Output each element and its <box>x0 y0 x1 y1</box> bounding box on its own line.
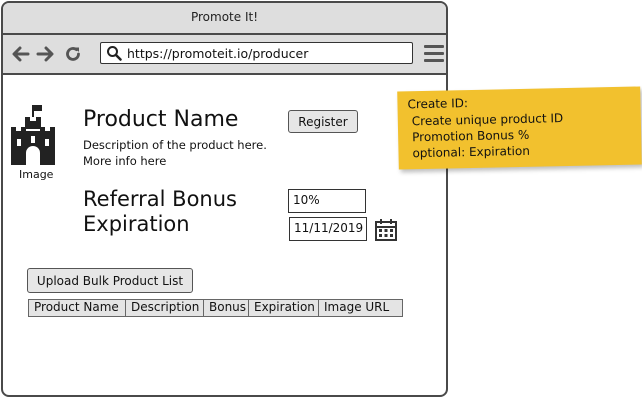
sticky-note: Create ID: Create unique product ID Prom… <box>397 86 642 170</box>
image-label: Image <box>19 168 54 181</box>
refresh-icon[interactable] <box>63 44 83 64</box>
note-title: Create ID: <box>407 96 469 112</box>
bonus-input[interactable]: 10% <box>288 189 366 213</box>
product-name: Product Name <box>83 107 239 132</box>
upload-bulk-product-list-button[interactable]: Upload Bulk Product List <box>27 268 193 293</box>
url-text: https://promoteit.io/producer <box>127 46 309 61</box>
note-line: Create unique product ID <box>411 111 564 129</box>
column-header-expiration[interactable]: Expiration <box>249 300 319 316</box>
back-arrow-icon[interactable] <box>11 44 31 64</box>
column-header-image-url[interactable]: Image URL <box>319 300 401 316</box>
column-header-description[interactable]: Description <box>126 300 204 316</box>
product-table-header: Product Name Description Bonus Expiratio… <box>28 299 403 317</box>
expiration-label: Expiration <box>83 212 190 236</box>
castle-image-icon <box>10 103 56 165</box>
window-title: Promote It! <box>3 3 446 35</box>
note-line: optional: Expiration <box>412 143 531 161</box>
hamburger-menu-icon[interactable] <box>424 45 444 63</box>
column-header-bonus[interactable]: Bonus <box>204 300 249 316</box>
search-icon <box>106 45 122 65</box>
browser-toolbar: https://promoteit.io/producer <box>3 35 446 75</box>
note-line: Promotion Bonus % <box>412 127 530 145</box>
expiration-input[interactable]: 11/11/2019 <box>289 217 367 241</box>
calendar-icon[interactable] <box>374 218 398 242</box>
register-button[interactable]: Register <box>288 110 358 133</box>
description-line-1: Description of the product here. <box>83 138 267 152</box>
description-line-2: More info here <box>83 154 167 168</box>
product-description: Description of the product here. More in… <box>83 137 267 169</box>
forward-arrow-icon[interactable] <box>35 44 55 64</box>
column-header-product-name[interactable]: Product Name <box>29 300 126 316</box>
referral-bonus-label: Referral Bonus <box>83 187 237 211</box>
address-bar[interactable]: https://promoteit.io/producer <box>100 42 413 64</box>
browser-window: Promote It! https://promoteit.io/produce… <box>1 1 448 397</box>
